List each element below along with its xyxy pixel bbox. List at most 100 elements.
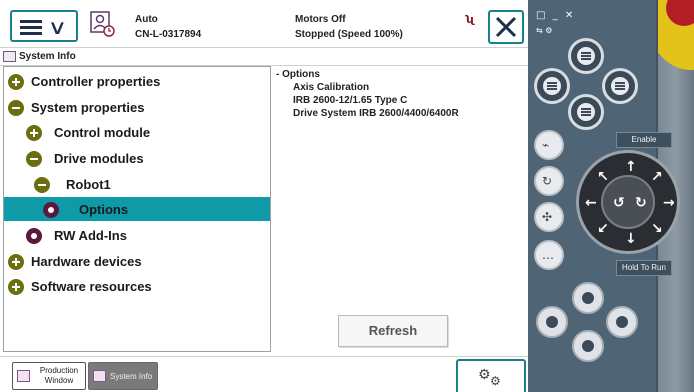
- motion-mode-key[interactable]: ↻: [534, 166, 564, 196]
- hardware-pendant: □ _ ✕ ⇆ ⚙ ⌁ ↻ ✣ … Enable ↑ ↓ ← → ↖ ↗ ↙ ↘…: [528, 0, 694, 392]
- increment-key[interactable]: …: [534, 240, 564, 270]
- tree-item-label: Software resources: [31, 279, 152, 294]
- programmable-key-3[interactable]: [602, 68, 638, 104]
- task-system-info[interactable]: System Info: [88, 362, 158, 390]
- minimize-icon[interactable]: _: [553, 10, 560, 21]
- leaf-node-icon: [43, 202, 59, 218]
- restore-icon[interactable]: □: [536, 10, 547, 21]
- enable-label: Enable: [616, 132, 672, 148]
- stop-button[interactable]: [572, 330, 604, 362]
- settings-icon[interactable]: ⚙: [545, 26, 552, 35]
- taskbar: Production Window System Info ⚙ ⚙: [0, 356, 528, 392]
- tree-item-hardware-devices[interactable]: Hardware devices: [4, 249, 270, 273]
- gear-icon: ⚙: [490, 374, 501, 388]
- mode-status[interactable]: Auto CN-L-0317894: [135, 12, 201, 42]
- arrow-left-icon: ←: [585, 195, 597, 211]
- arrow-down-icon: ↓: [625, 231, 637, 247]
- increment-icon: …: [542, 248, 554, 262]
- tree-item-software-resources[interactable]: Software resources: [4, 274, 270, 298]
- tree-item-label: Options: [79, 202, 129, 217]
- leaf-node-icon: [26, 228, 42, 244]
- tree-item-control-module[interactable]: Control module: [4, 120, 270, 144]
- programmable-key-1[interactable]: [568, 38, 604, 74]
- rotate-cw-icon: ↻: [635, 195, 647, 211]
- run-state: Stopped (Speed 100%): [295, 29, 403, 40]
- tree-item-drive-modules[interactable]: Drive modules: [4, 146, 270, 170]
- tree-item-robot1[interactable]: Robot1: [4, 172, 270, 196]
- tree-item-label: Control module: [54, 125, 151, 140]
- arrow-down-right-icon: ↘: [651, 221, 663, 237]
- tree-item-label: Robot1: [66, 177, 111, 192]
- expand-icon[interactable]: [26, 125, 42, 141]
- quickset-button[interactable]: ⚙ ⚙: [456, 359, 526, 392]
- window-controls: □ _ ✕: [536, 10, 575, 21]
- collapse-icon[interactable]: [26, 151, 42, 167]
- event-log-icon[interactable]: ʯ: [466, 13, 475, 26]
- detail-heading: - Options: [276, 69, 320, 80]
- collapse-icon[interactable]: [34, 177, 50, 193]
- motor-state: Motors Off: [295, 14, 346, 25]
- programmable-key-2[interactable]: [534, 68, 570, 104]
- close-icon: [495, 16, 517, 38]
- task-label: System Info: [110, 372, 153, 381]
- tree-item-rw-add-ins[interactable]: RW Add-Ins: [4, 223, 270, 247]
- axis-icon: ✣: [542, 210, 553, 224]
- tree-item-label: Drive modules: [54, 151, 144, 166]
- swap-icon[interactable]: ⇆: [536, 26, 543, 35]
- task-label: Production Window: [39, 366, 79, 385]
- tree-item-label: RW Add-Ins: [54, 228, 127, 243]
- close-icon[interactable]: ✕: [565, 10, 575, 21]
- programmable-key-4[interactable]: [568, 94, 604, 130]
- mechanical-unit-key[interactable]: ⌁: [534, 130, 564, 160]
- reorient-icon: ↻: [542, 174, 553, 188]
- robot-icon: ⌁: [542, 138, 550, 152]
- refresh-button[interactable]: Refresh: [338, 315, 448, 347]
- task-production-window[interactable]: Production Window: [12, 362, 86, 390]
- tree-item-label: Hardware devices: [31, 254, 142, 269]
- detail-pane: - Options Axis Calibration IRB 2600-12/1…: [276, 68, 526, 120]
- abb-menu-button[interactable]: ∨: [10, 10, 78, 42]
- collapse-icon[interactable]: [8, 100, 24, 116]
- tree-item-options[interactable]: Options: [4, 197, 270, 221]
- motor-status[interactable]: Motors Off Stopped (Speed 100%): [295, 12, 403, 42]
- window-title-bar: System Info: [0, 48, 528, 66]
- flexpendant-screen: ∨ Auto CN-L-0317894 Motors Off Stopped (…: [0, 0, 528, 392]
- arrow-up-icon: ↑: [625, 159, 637, 175]
- rotate-ccw-icon: ↺: [613, 195, 625, 211]
- hamburger-icon: [20, 20, 42, 35]
- linear-mode-key[interactable]: ✣: [534, 202, 564, 232]
- start-button[interactable]: [572, 282, 604, 314]
- step-backward-button[interactable]: [536, 306, 568, 338]
- close-button[interactable]: [488, 10, 524, 44]
- system-info-icon: [93, 370, 106, 382]
- window-title: System Info: [19, 51, 76, 62]
- step-forward-button[interactable]: [606, 306, 638, 338]
- arrow-down-left-icon: ↙: [597, 221, 609, 237]
- gear-icon: ⚙: [478, 367, 491, 383]
- expand-icon[interactable]: [8, 279, 24, 295]
- tree-item-label: Controller properties: [31, 74, 161, 89]
- expand-icon[interactable]: [8, 254, 24, 270]
- tree-item-controller-properties[interactable]: Controller properties: [4, 69, 270, 93]
- joystick[interactable]: ↑ ↓ ← → ↖ ↗ ↙ ↘ ↺ ↻: [576, 150, 680, 254]
- system-name: CN-L-0317894: [135, 29, 202, 40]
- tree-item-label: System properties: [31, 100, 145, 115]
- system-info-icon: [3, 51, 16, 62]
- chevron-down-icon: ∨: [47, 15, 68, 39]
- detail-line: Axis Calibration: [293, 82, 370, 93]
- production-window-icon: [17, 370, 30, 382]
- detail-line: Drive System IRB 2600/4400/6400R: [293, 108, 459, 119]
- top-bar: ∨ Auto CN-L-0317894 Motors Off Stopped (…: [0, 0, 528, 48]
- arrow-up-right-icon: ↗: [651, 169, 663, 185]
- arrow-up-left-icon: ↖: [597, 169, 609, 185]
- tree-item-system-properties[interactable]: System properties: [4, 95, 270, 119]
- expand-icon[interactable]: [8, 74, 24, 90]
- joystick-knob[interactable]: [601, 175, 655, 229]
- system-info-tree: Controller properties System properties …: [3, 66, 271, 352]
- user-status-icon[interactable]: [90, 11, 116, 39]
- pendant-settings-row: ⇆ ⚙: [536, 26, 552, 35]
- detail-line: IRB 2600-12/1.65 Type C: [293, 95, 408, 106]
- operating-mode: Auto: [135, 14, 158, 25]
- hold-to-run-label: Hold To Run: [616, 260, 672, 276]
- arrow-right-icon: →: [663, 195, 675, 211]
